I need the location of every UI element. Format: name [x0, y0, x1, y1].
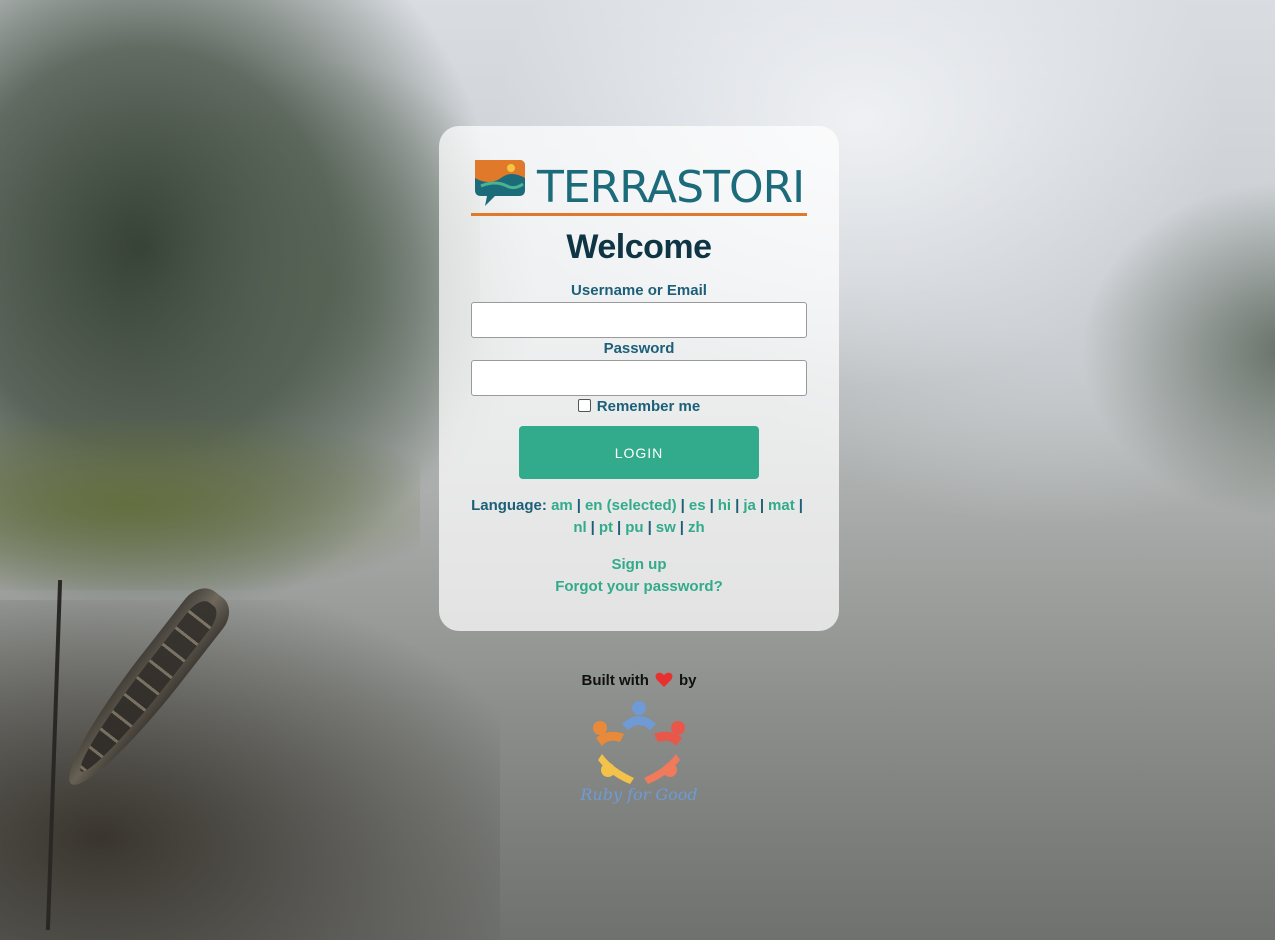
- logo-underline: [471, 213, 807, 216]
- language-separator: |: [590, 519, 595, 536]
- language-separator: |: [679, 519, 684, 536]
- language-label: Language:: [471, 497, 547, 514]
- language-separator: |: [576, 497, 581, 514]
- login-card: TERRASTORIES Welcome Username or Email P…: [439, 126, 839, 631]
- username-label: Username or Email: [571, 282, 707, 299]
- language-option-nl[interactable]: nl: [573, 519, 586, 536]
- people-circle-icon: [593, 701, 685, 784]
- language-option-es[interactable]: es: [689, 497, 706, 514]
- language-separator: |: [798, 497, 803, 514]
- language-separator: |: [647, 519, 652, 536]
- language-option-am[interactable]: am: [551, 497, 573, 514]
- language-option-hi[interactable]: hi: [718, 497, 731, 514]
- partner-logo-text: Ruby for Good: [579, 785, 697, 804]
- username-input[interactable]: [471, 302, 807, 338]
- riverbank-grass: [0, 420, 420, 590]
- language-separator: |: [709, 497, 714, 514]
- password-label: Password: [603, 340, 675, 357]
- forest-right: [1080, 180, 1275, 520]
- terrastories-logo: TERRASTORIES: [475, 160, 807, 213]
- remember-me-checkbox[interactable]: [577, 399, 591, 412]
- language-option-pu[interactable]: pu: [625, 519, 643, 536]
- built-by-text: by: [678, 672, 697, 689]
- language-separator: |: [735, 497, 740, 514]
- password-input[interactable]: [471, 360, 807, 396]
- speech-bubble-icon: [475, 160, 525, 206]
- forgot-password-link[interactable]: Forgot your password?: [439, 578, 839, 595]
- language-separator: |: [617, 519, 622, 536]
- language-option-sw[interactable]: sw: [656, 519, 676, 536]
- built-with-credit: Built with by: [439, 672, 839, 689]
- login-button[interactable]: LOGIN: [519, 426, 759, 479]
- language-option-en[interactable]: en (selected): [585, 497, 677, 514]
- remember-me-label: Remember me: [596, 398, 701, 415]
- language-option-pt[interactable]: pt: [599, 519, 613, 536]
- remember-me[interactable]: Remember me: [439, 398, 839, 415]
- logo-wordmark: TERRASTORIES: [536, 162, 807, 213]
- ruby-for-good-logo[interactable]: Ruby for Good: [578, 698, 700, 808]
- built-with-text: Built with: [581, 672, 649, 689]
- language-selector: Language: am | en (selected) | es | hi | ja | mat |…: [467, 495, 811, 539]
- language-separator: |: [759, 497, 765, 514]
- heart-icon: [655, 672, 673, 687]
- language-option-mat[interactable]: mat: [768, 497, 795, 514]
- language-option-ja[interactable]: ja: [743, 497, 756, 514]
- language-separator: |: [680, 497, 685, 514]
- language-option-zh[interactable]: zh: [688, 519, 705, 536]
- page-title: Welcome: [566, 228, 712, 266]
- signup-link[interactable]: Sign up: [439, 556, 839, 573]
